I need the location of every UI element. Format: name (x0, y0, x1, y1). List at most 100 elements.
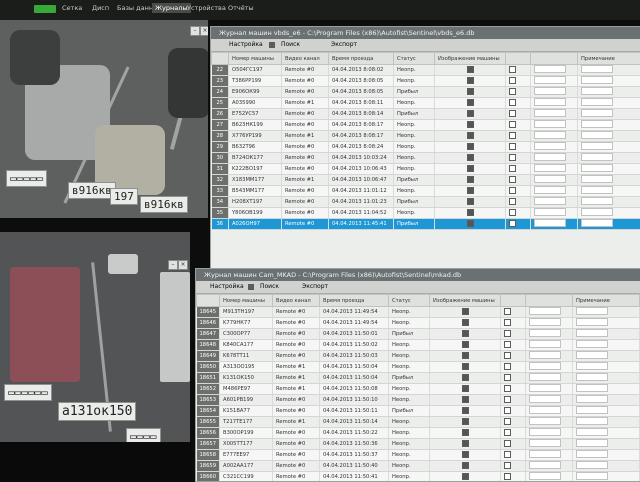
table-row[interactable]: 18651K131ОК150Remote #104.04.2013 11:50:… (197, 373, 640, 384)
checkbox[interactable] (467, 110, 474, 117)
checkbox[interactable] (509, 176, 516, 183)
note-dropdown[interactable] (534, 219, 566, 227)
note-cell[interactable] (573, 362, 640, 373)
table-row[interactable]: 36A026ОН97Remote #004.04.2013 11:45:41Пр… (212, 219, 640, 230)
search-tab[interactable]: Поиск (281, 39, 300, 51)
checkbox[interactable] (467, 198, 474, 205)
checkbox[interactable] (504, 330, 511, 337)
checkbox[interactable] (504, 319, 511, 326)
note-cell[interactable] (578, 197, 640, 208)
checkbox[interactable] (509, 143, 516, 150)
note-field[interactable] (576, 362, 608, 370)
export-tab[interactable]: Экспорт (302, 281, 328, 293)
table-row[interactable]: 30B724ОК177Remote #004.04.2013 10:03:24Н… (212, 153, 640, 164)
note-field[interactable] (581, 109, 613, 117)
note-field[interactable] (576, 406, 608, 414)
note-dropdown[interactable] (534, 142, 566, 150)
checkbox[interactable] (462, 385, 469, 392)
note-field[interactable] (576, 340, 608, 348)
menu-item-grid[interactable]: Сетка (62, 4, 82, 12)
note-cell[interactable] (573, 318, 640, 329)
settings-tab[interactable]: Настройка (210, 281, 244, 293)
note-cell[interactable] (578, 164, 640, 175)
table-row[interactable]: 18648K840СА177Remote #004.04.2013 11:50:… (197, 340, 640, 351)
note-dropdown[interactable] (529, 373, 561, 381)
note-cell[interactable] (578, 76, 640, 87)
note-cell[interactable] (573, 461, 640, 472)
checkbox[interactable] (467, 143, 474, 150)
table-row[interactable]: 18649K678ТТ11Remote #004.04.2013 11:50:0… (197, 351, 640, 362)
note-cell[interactable] (578, 87, 640, 98)
checkbox[interactable] (467, 121, 474, 128)
table-row[interactable]: 24E906ОК99Remote #004.04.2013 8:08:05При… (212, 87, 640, 98)
note-dropdown[interactable] (529, 406, 561, 414)
table-row[interactable]: 35Y806ОВ199Remote #004.04.2013 11:04:52Н… (212, 208, 640, 219)
camera-close-button[interactable]: × (200, 26, 208, 36)
note-dropdown[interactable] (534, 186, 566, 194)
table-row[interactable]: 31K222ВО197Remote #004.04.2013 10:06:43Н… (212, 164, 640, 175)
note-cell[interactable] (573, 307, 640, 318)
checkbox[interactable] (504, 363, 511, 370)
note-cell[interactable] (573, 340, 640, 351)
note-field[interactable] (581, 76, 613, 84)
note-cell[interactable] (573, 450, 640, 461)
checkbox[interactable] (462, 396, 469, 403)
checkbox[interactable] (467, 176, 474, 183)
note-cell[interactable] (578, 219, 640, 230)
note-cell[interactable] (573, 351, 640, 362)
note-dropdown[interactable] (529, 329, 561, 337)
note-cell[interactable] (578, 65, 640, 76)
column-header[interactable] (501, 295, 526, 307)
note-cell[interactable] (578, 131, 640, 142)
note-dropdown[interactable] (529, 439, 561, 447)
note-dropdown[interactable] (534, 153, 566, 161)
note-field[interactable] (576, 307, 608, 315)
note-field[interactable] (581, 219, 613, 227)
note-cell[interactable] (578, 208, 640, 219)
note-dropdown[interactable] (534, 76, 566, 84)
camera-view-bottom[interactable]: – × ▭▭▭▭▭▭ а131ок150 ▭▭▭▭ (0, 232, 190, 442)
column-header[interactable] (526, 295, 573, 307)
note-dropdown[interactable] (534, 131, 566, 139)
note-field[interactable] (581, 164, 613, 172)
table-row[interactable]: 26E752УС57Remote #004.04.2013 8:08:14При… (212, 109, 640, 120)
menu-item-reports[interactable]: Отчёты (228, 4, 254, 12)
table-row[interactable]: 29В632Т96Remote #004.04.2013 8:08:24Неоп… (212, 142, 640, 153)
checkbox[interactable] (462, 374, 469, 381)
checkbox[interactable] (509, 66, 516, 73)
table-row[interactable]: 18646K779НК77Remote #004.04.2013 11:49:5… (197, 318, 640, 329)
checkbox[interactable] (467, 99, 474, 106)
checkbox[interactable] (504, 440, 511, 447)
note-cell[interactable] (578, 109, 640, 120)
column-header[interactable]: Номер машины (229, 53, 282, 65)
menu-item-journals[interactable]: Журналы (152, 3, 191, 13)
checkbox[interactable] (462, 363, 469, 370)
checkbox[interactable] (504, 451, 511, 458)
note-field[interactable] (576, 439, 608, 447)
checkbox[interactable] (467, 165, 474, 172)
note-field[interactable] (576, 329, 608, 337)
note-dropdown[interactable] (529, 461, 561, 469)
note-dropdown[interactable] (529, 340, 561, 348)
checkbox[interactable] (504, 473, 511, 480)
checkbox[interactable] (467, 209, 474, 216)
table-row[interactable]: 18650A313ОО195Remote #104.04.2013 11:50:… (197, 362, 640, 373)
note-field[interactable] (581, 87, 613, 95)
checkbox[interactable] (504, 407, 511, 414)
column-header[interactable]: Изображение машины (435, 53, 506, 65)
note-dropdown[interactable] (529, 395, 561, 403)
note-dropdown[interactable] (529, 351, 561, 359)
note-field[interactable] (581, 175, 613, 183)
checkbox[interactable] (509, 165, 516, 172)
checkbox[interactable] (509, 187, 516, 194)
search-icon[interactable] (269, 39, 275, 53)
note-dropdown[interactable] (529, 362, 561, 370)
table-row[interactable]: 18660C321СС199Remote #004.04.2013 11:50:… (197, 472, 640, 482)
note-cell[interactable] (573, 395, 640, 406)
note-dropdown[interactable] (534, 65, 566, 73)
table-row[interactable]: 32X183ММ177Remote #104.04.2013 10:06:47П… (212, 175, 640, 186)
note-dropdown[interactable] (534, 98, 566, 106)
checkbox[interactable] (504, 308, 511, 315)
menu-item-display[interactable]: Дисп (92, 4, 109, 12)
checkbox[interactable] (462, 341, 469, 348)
